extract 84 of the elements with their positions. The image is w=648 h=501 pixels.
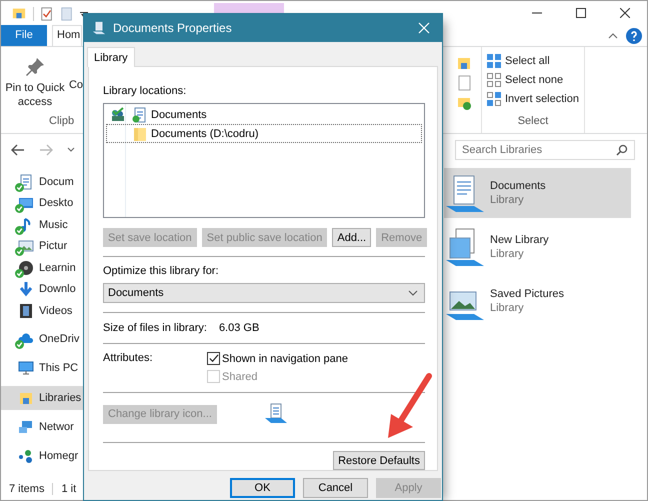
library-icon xyxy=(92,21,106,35)
ribbon-button[interactable]: Select all xyxy=(486,53,584,69)
close-icon xyxy=(418,22,430,34)
dialog-title: Documents Properties xyxy=(113,21,232,35)
library-icon xyxy=(262,403,289,425)
item-count: 7 items xyxy=(9,483,44,495)
field-label: Size of files in library: xyxy=(103,322,207,334)
maximize-icon xyxy=(576,8,586,18)
button-label: Select none xyxy=(505,74,564,86)
nav-item[interactable]: Downlo xyxy=(1,278,83,300)
network-icon xyxy=(18,419,34,436)
picture-icon xyxy=(18,238,34,254)
copy-button[interactable]: Co xyxy=(68,57,83,115)
library-folder-icon[interactable] xyxy=(457,55,473,71)
ribbon-button[interactable]: Select none xyxy=(486,72,584,88)
library-name: New Library xyxy=(490,234,549,246)
chevron-down-icon xyxy=(408,290,418,296)
field-label: Optimize this library for: xyxy=(103,265,220,278)
button-label: Select all xyxy=(505,55,550,67)
document-library-icon xyxy=(132,106,148,122)
library-name: Saved Pictures xyxy=(490,288,564,300)
library-item[interactable]: Documents Library xyxy=(444,168,631,218)
annotation-arrow xyxy=(388,373,432,438)
nav-item[interactable]: Videos xyxy=(1,300,83,322)
nav-item[interactable]: Learnin xyxy=(1,257,83,278)
library-type: Library xyxy=(490,248,525,260)
field-label: Library locations: xyxy=(103,85,188,97)
library-type: Library xyxy=(490,302,525,314)
library-item[interactable]: New Library Library xyxy=(444,222,631,272)
grid-icon xyxy=(486,72,502,88)
close-icon xyxy=(620,8,630,18)
collapse-ribbon-icon[interactable] xyxy=(608,32,618,38)
document-icon xyxy=(18,174,34,190)
pin-button[interactable]: Pin to Quick access xyxy=(5,57,65,115)
blank-library-icon xyxy=(444,226,486,268)
location-item[interactable]: Documents xyxy=(106,105,422,124)
nav-item[interactable]: OneDriv xyxy=(1,328,83,350)
chevron-down-icon[interactable] xyxy=(67,146,75,152)
library-item[interactable]: Saved Pictures Library xyxy=(444,276,631,326)
selection-count: 1 it xyxy=(61,483,76,495)
ribbon-tab[interactable]: Hom xyxy=(52,25,82,46)
back-arrow-icon[interactable] xyxy=(11,144,25,156)
folder-history-icon[interactable] xyxy=(457,95,473,111)
nav-item[interactable]: Pictur xyxy=(1,236,83,257)
nav-item[interactable]: Networ xyxy=(1,416,83,438)
nav-item[interactable]: Deskto xyxy=(1,192,83,214)
nav-item[interactable]: This PC xyxy=(1,357,83,378)
nav-item[interactable]: Libraries xyxy=(1,386,83,410)
properties-icon[interactable] xyxy=(40,6,54,22)
restore-defaults-button[interactable]: Restore Defaults xyxy=(333,451,425,470)
nav-item[interactable]: Music xyxy=(1,214,83,236)
pin-icon xyxy=(24,57,45,77)
grid-icon xyxy=(486,53,502,69)
location-item[interactable]: Documents (D:\codru) xyxy=(106,124,422,143)
check-icon xyxy=(208,353,219,364)
library-name: Documents xyxy=(490,180,546,192)
library-type: Library xyxy=(490,194,525,206)
folder-icon[interactable] xyxy=(11,6,27,20)
size-value: 6.03 GB xyxy=(218,322,260,334)
homegroup-icon xyxy=(18,448,34,464)
down-arrow-icon xyxy=(18,281,34,298)
dialog-button[interactable]: OK xyxy=(230,478,295,498)
search-icon xyxy=(616,144,628,156)
location-button[interactable]: Add... xyxy=(332,228,372,248)
group-label: Select xyxy=(516,115,550,129)
optimize-dropdown[interactable]: Documents xyxy=(103,283,425,303)
dialog-button[interactable]: Cancel xyxy=(303,478,368,498)
monitor-icon xyxy=(18,360,34,376)
ribbon-tab[interactable]: File xyxy=(1,25,47,46)
dialog-tab[interactable]: Library xyxy=(87,47,135,67)
nav-item[interactable]: Docum xyxy=(1,171,83,192)
help-icon[interactable] xyxy=(626,28,642,44)
locations-list[interactable]: Documents Documents (D:\codru) xyxy=(103,103,425,218)
group-label: Clipb xyxy=(48,115,76,129)
edit-document-icon[interactable] xyxy=(457,75,473,91)
button-label: Invert selection xyxy=(505,93,579,105)
ribbon-button[interactable]: Invert selection xyxy=(486,91,584,107)
film-icon xyxy=(18,302,34,319)
field-label: Attributes: xyxy=(103,352,154,366)
grid-icon xyxy=(486,91,502,107)
search-field[interactable]: Search Libraries xyxy=(455,140,635,160)
nav-item[interactable]: Homegr xyxy=(1,445,83,466)
folder-icon xyxy=(132,126,148,142)
checkbox[interactable]: Shown in navigation pane xyxy=(207,352,425,365)
